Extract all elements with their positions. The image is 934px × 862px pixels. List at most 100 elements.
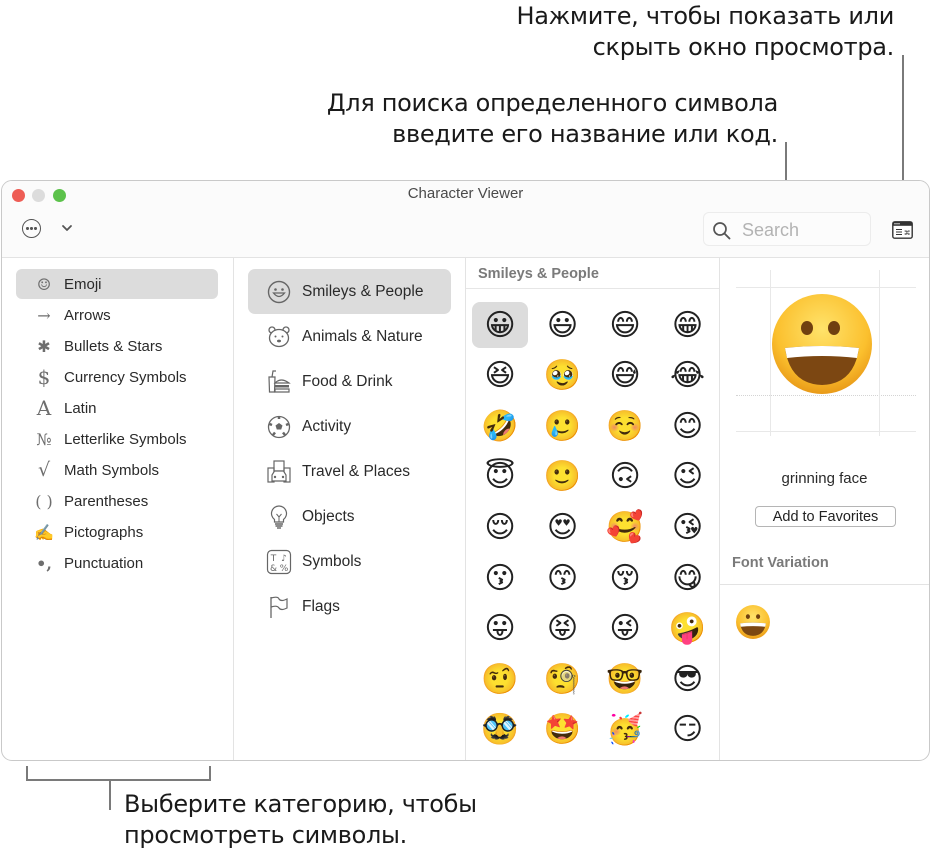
emoji-cell-slightly-smiling-face[interactable]: 🙂 — [535, 454, 591, 500]
emoji-cell-smiling-face[interactable]: ☺️ — [597, 403, 653, 449]
burger-drink-icon — [266, 369, 292, 395]
emoji-cell-winking-face[interactable]: 😉 — [660, 454, 716, 500]
callout-viewer-toggle: Нажмите, чтобы показать или скрыть окно … — [516, 1, 894, 63]
dot — [26, 227, 29, 230]
emoji-cell-face-monocle[interactable]: 🧐 — [535, 656, 591, 702]
emoji-cell-face-savoring-food[interactable]: 😋 — [660, 555, 716, 601]
emoji-cell-disguised-face[interactable]: 🥸 — [472, 707, 528, 753]
emoji-cell-raised-eyebrow-face[interactable]: 🤨 — [472, 656, 528, 702]
toggle-preview-panel-icon[interactable]: ⌘ — [892, 221, 913, 239]
character-viewer-window: Character Viewer ⌘ ☺ Emoji — [1, 180, 930, 761]
emoji-cell-grinning-face[interactable]: 😀 — [472, 302, 528, 348]
emoji-cell-zany-face[interactable]: 🤪 — [660, 606, 716, 652]
emoji-cell-smirking-face[interactable]: 😏 — [660, 707, 716, 753]
category-currency-symbols[interactable]: $ Currency Symbols — [16, 362, 218, 392]
emoji-cell-smiling-face-halo[interactable]: 😇 — [472, 454, 528, 500]
search-field[interactable] — [703, 212, 871, 246]
callout-search: Для поиска определенного символа введите… — [327, 88, 778, 150]
letter-a-icon: A — [36, 396, 52, 420]
subcategory-label: Activity — [302, 417, 352, 435]
subcategory-label: Animals & Nature — [302, 327, 423, 345]
category-latin[interactable]: A Latin — [16, 393, 218, 423]
numero-sign-icon: № — [36, 429, 52, 449]
emoji-cell-kissing-face[interactable]: 😗 — [472, 555, 528, 601]
callout-viewer-toggle-line2: скрыть окно просмотра. — [592, 33, 895, 61]
category-math-symbols[interactable]: √ Math Symbols — [16, 455, 218, 485]
subcategory-activity[interactable]: Activity — [248, 404, 451, 449]
punctuation-icon: •, — [36, 553, 52, 573]
emoji-cell-star-struck[interactable]: 🤩 — [535, 707, 591, 753]
emoji-cell-upside-down-face[interactable]: 🙃 — [597, 454, 653, 500]
emoji-cell-squinting-face[interactable]: 😆 — [472, 353, 528, 399]
category-label: Currency Symbols — [64, 368, 187, 386]
symbols-icon: T ♪ &% — [266, 549, 292, 575]
window-title: Character Viewer — [407, 185, 524, 202]
subcategory-label: Travel & Places — [302, 462, 410, 480]
emoji-cell-beaming-face[interactable]: 😁 — [660, 302, 716, 348]
emoji-cell-kissing-face-closed-eyes[interactable]: 😚 — [597, 555, 653, 601]
emoji-cell-kissing-face-smiling-eyes[interactable]: 😙 — [535, 555, 591, 601]
emoji-cell-rolling-laughing[interactable]: 🤣 — [472, 403, 528, 449]
chevron-down-icon[interactable] — [60, 221, 74, 235]
callout-categories-line1: Выберите категорию, чтобы — [124, 790, 477, 818]
subcategory-symbols[interactable]: T ♪ &% Symbols — [248, 539, 451, 584]
category-label: Punctuation — [64, 554, 144, 572]
subcategory-label: Food & Drink — [302, 372, 393, 390]
soccer-ball-icon — [266, 414, 292, 440]
category-label: Letterlike Symbols — [64, 430, 187, 448]
subcategory-smileys-people[interactable]: Smileys & People — [248, 269, 451, 314]
emoji-cell-sunglasses-face[interactable]: 😎 — [660, 656, 716, 702]
category-emoji[interactable]: ☺ Emoji — [16, 269, 218, 299]
font-variation-header: Font Variation — [720, 554, 929, 585]
subcategory-label: Objects — [302, 507, 355, 525]
category-pictographs[interactable]: ✍ Pictographs — [16, 517, 218, 547]
emoji-cell-relieved-face[interactable]: 😌 — [472, 504, 528, 550]
subcategory-objects[interactable]: Objects — [248, 494, 451, 539]
emoji-cell-face-holding-back-tears[interactable]: 🥹 — [535, 353, 591, 399]
subcategory-list: Smileys & People Animals & Nature Food &… — [234, 258, 466, 760]
callout-categories-bracket-h — [26, 779, 211, 781]
emoji-cell-smiling-face-hearts[interactable]: 🥰 — [597, 504, 653, 550]
subcategory-flags[interactable]: Flags — [248, 584, 451, 629]
font-variation-grinning-face-icon[interactable] — [734, 603, 772, 641]
flag-icon — [266, 594, 292, 620]
emoji-cell-smiling-face-tear[interactable]: 🥲 — [535, 403, 591, 449]
emoji-cell-face-tears-of-joy[interactable]: 😂 — [660, 353, 716, 399]
emoji-cell-nerd-face[interactable]: 🤓 — [597, 656, 653, 702]
emoji-cell-grinning-face-sweat[interactable]: 😅 — [597, 353, 653, 399]
emoji-cell-squinting-face-tongue[interactable]: 😝 — [535, 606, 591, 652]
category-parentheses[interactable]: ( ) Parentheses — [16, 486, 218, 516]
emoji-cell-face-blowing-kiss[interactable]: 😘 — [660, 504, 716, 550]
smiley-icon: ☺ — [36, 274, 52, 294]
emoji-grid-pane: Smileys & People 😀 😃 😄 😁 😆 🥹 😅 😂 🤣 🥲 ☺️ 😊 😇 🙂 🙃 😉 😌 😍 🥰 😘 😗 😙… — [466, 258, 720, 760]
dollar-sign-icon: $ — [37, 365, 51, 389]
subcategory-food-drink[interactable]: Food & Drink — [248, 359, 451, 404]
emoji-cell-smiling-face-smiling-eyes[interactable]: 😊 — [660, 403, 716, 449]
emoji-cell-winking-face-tongue[interactable]: 😜 — [597, 606, 653, 652]
titlebar: Character Viewer ⌘ — [2, 181, 929, 258]
search-input[interactable] — [740, 215, 869, 245]
asterisk-star-icon: ✱ — [37, 336, 51, 356]
add-to-favorites-button[interactable]: Add to Favorites — [755, 506, 896, 527]
callout-categories-bracket-right — [209, 766, 211, 781]
subcategory-travel-places[interactable]: Travel & Places — [248, 449, 451, 494]
emoji-cell-grinning-face-smiling-eyes[interactable]: 😄 — [597, 302, 653, 348]
emoji-grid-header: Smileys & People — [466, 258, 719, 289]
category-label: Bullets & Stars — [64, 337, 163, 355]
emoji-cell-face-tongue[interactable]: 😛 — [472, 606, 528, 652]
subcategory-animals-nature[interactable]: Animals & Nature — [248, 314, 451, 359]
more-options-button[interactable] — [22, 219, 41, 238]
emoji-cell-partying-face[interactable]: 🥳 — [597, 707, 653, 753]
emoji-cell-heart-eyes[interactable]: 😍 — [535, 504, 591, 550]
category-letterlike-symbols[interactable]: № Letterlike Symbols — [16, 424, 218, 454]
category-punctuation[interactable]: •, Punctuation — [16, 548, 218, 578]
callout-categories-leader — [109, 780, 111, 810]
category-label: Emoji — [64, 275, 102, 293]
callout-categories-line2: просмотреть символы. — [124, 821, 407, 849]
writing-hand-icon: ✍ — [34, 522, 54, 542]
category-arrows[interactable]: → Arrows — [16, 300, 218, 330]
callout-search-line1: Для поиска определенного символа — [326, 89, 778, 117]
dot — [30, 227, 33, 230]
emoji-cell-grinning-face-big-eyes[interactable]: 😃 — [535, 302, 591, 348]
category-bullets-stars[interactable]: ✱ Bullets & Stars — [16, 331, 218, 361]
